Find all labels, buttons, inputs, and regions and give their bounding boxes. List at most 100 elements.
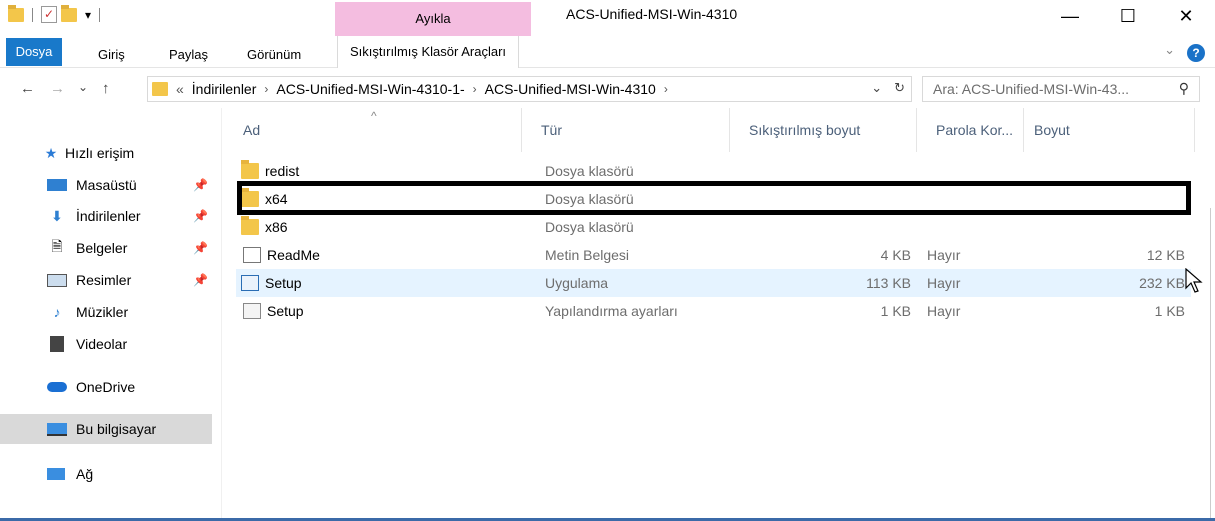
table-row[interactable]: x64 Dosya klasörü	[236, 185, 1191, 213]
sidebar-item-network[interactable]: Ağ	[0, 459, 212, 489]
column-header-label: Ad	[243, 122, 261, 138]
pin-icon[interactable]: 📌	[193, 178, 208, 192]
file-type: Dosya klasörü	[545, 219, 634, 235]
sidebar-item-downloads[interactable]: ⬇ İndirilenler 📌	[0, 201, 212, 231]
sidebar-item-label: Bu bilgisayar	[76, 421, 157, 437]
customize-toolbar-icon[interactable]: ▾	[85, 8, 91, 22]
address-bar[interactable]: « İndirilenler › ACS-Unified-MSI-Win-431…	[147, 76, 912, 102]
sidebar-item-label: Hızlı erişim	[65, 145, 135, 161]
forward-button[interactable]: →	[50, 80, 65, 97]
text-document-icon	[243, 247, 261, 263]
breadcrumb-overflow[interactable]: «	[176, 81, 184, 97]
maximize-button[interactable]: ☐	[1099, 0, 1157, 32]
tab-compressed-folder-tools[interactable]: Sıkıştırılmış Klasör Araçları	[337, 36, 520, 68]
download-icon: ⬇	[51, 207, 63, 224]
column-header-password[interactable]: Parola Kor...	[918, 108, 1024, 152]
sidebar-item-this-pc[interactable]: Bu bilgisayar	[0, 414, 212, 444]
file-type: Yapılandırma ayarları	[545, 303, 678, 319]
file-name: ReadMe	[267, 247, 320, 263]
refresh-icon[interactable]: ↻	[894, 80, 905, 96]
tab-share[interactable]: Paylaş	[161, 42, 216, 68]
sidebar-item-label: İndirilenler	[76, 208, 141, 224]
application-icon	[241, 275, 259, 291]
table-row[interactable]: Setup Uygulama 113 KB Hayır 232 KB	[236, 269, 1191, 297]
navigation-bar: ← → ⌄ ↑ « İndirilenler › ACS-Unified-MSI…	[0, 70, 1215, 108]
ribbon-tabs: Dosya Giriş Paylaş Görünüm Sıkıştırılmış…	[0, 36, 1215, 68]
column-header-type[interactable]: Tür	[523, 108, 730, 152]
chevron-right-icon[interactable]: ›	[473, 82, 477, 96]
pin-icon[interactable]: 📌	[193, 209, 208, 223]
file-name: Setup	[265, 275, 302, 291]
cloud-icon	[47, 382, 67, 392]
compressed-size: 4 KB	[880, 247, 911, 263]
recent-locations-button[interactable]: ⌄	[78, 80, 88, 94]
close-button[interactable]: ✕	[1157, 0, 1215, 32]
address-actions: ⌄ ↻	[871, 80, 905, 96]
chevron-right-icon[interactable]: ›	[264, 82, 268, 96]
file-size: 1 KB	[1154, 303, 1185, 319]
file-type: Uygulama	[545, 275, 609, 291]
pin-icon[interactable]: 📌	[193, 273, 208, 287]
toolbar-divider	[32, 7, 33, 22]
sidebar-item-desktop[interactable]: Masaüstü 📌	[0, 170, 212, 200]
file-name-cell: ReadMe	[241, 241, 320, 269]
column-header-compressed-size[interactable]: Sıkıştırılmış boyut	[731, 108, 917, 152]
properties-icon[interactable]: ✓	[41, 6, 57, 23]
expand-ribbon-icon[interactable]: ⌄	[1164, 42, 1175, 58]
table-row[interactable]: redist Dosya klasörü	[236, 157, 1191, 185]
compressed-size	[761, 213, 911, 241]
sidebar-item-documents[interactable]: 🗎 Belgeler 📌	[0, 233, 212, 263]
search-input[interactable]: Ara: ACS-Unified-MSI-Win-43... ⚲	[922, 76, 1200, 102]
column-header-size[interactable]: Boyut	[1025, 108, 1195, 152]
computer-icon	[47, 422, 67, 436]
breadcrumb-item[interactable]: İndirilenler	[192, 81, 257, 97]
window-edge	[1210, 208, 1215, 518]
table-row[interactable]: Setup Yapılandırma ayarları 1 KB Hayır 1…	[236, 297, 1191, 325]
tab-view[interactable]: Görünüm	[239, 42, 309, 68]
sidebar-item-music[interactable]: ♪ Müzikler	[0, 297, 212, 327]
desktop-icon	[47, 179, 67, 191]
back-button[interactable]: ←	[20, 80, 35, 97]
up-button[interactable]: ↑	[102, 80, 110, 97]
address-dropdown-icon[interactable]: ⌄	[871, 80, 882, 96]
table-row[interactable]: x86 Dosya klasörü	[236, 213, 1191, 241]
file-name: x86	[265, 219, 288, 235]
sidebar-item-pictures[interactable]: Resimler 📌	[0, 265, 212, 295]
sort-ascending-icon: ^	[371, 109, 377, 123]
sidebar-item-label: Masaüstü	[76, 177, 137, 193]
quick-access-toolbar: ✓ ▾	[8, 4, 104, 23]
file-name: Setup	[267, 303, 304, 319]
new-folder-icon[interactable]	[61, 4, 77, 22]
window-controls: — ☐ ✕	[1041, 0, 1215, 32]
compressed-size: 113 KB	[866, 275, 911, 291]
toolbar-divider	[99, 7, 101, 22]
file-list: Ad ^ Tür Sıkıştırılmış boyut Parola Kor.…	[223, 108, 1215, 518]
sidebar-item-quick-access[interactable]: ★ Hızlı erişim	[0, 138, 212, 168]
pictures-icon	[47, 273, 67, 287]
file-name-cell: x64	[241, 185, 288, 213]
star-icon: ★	[44, 144, 58, 161]
file-explorer-window: ✓ ▾ Ayıkla ACS-Unified-MSI-Win-4310 — ☐ …	[0, 0, 1215, 521]
settings-file-icon	[243, 303, 261, 319]
sidebar-item-label: Müzikler	[76, 304, 129, 320]
tab-file[interactable]: Dosya	[6, 38, 62, 66]
sidebar-item-videos[interactable]: Videolar	[0, 329, 212, 359]
pin-icon[interactable]: 📌	[193, 241, 208, 255]
help-icon[interactable]: ?	[1187, 44, 1205, 62]
minimize-button[interactable]: —	[1041, 0, 1099, 32]
tab-home[interactable]: Giriş	[90, 42, 133, 68]
password-protected: Hayır	[927, 303, 961, 319]
sidebar-item-label: Belgeler	[76, 240, 128, 256]
column-header-name[interactable]: Ad ^	[223, 108, 522, 152]
music-icon: ♪	[53, 304, 61, 320]
title-bar: ✓ ▾ Ayıkla ACS-Unified-MSI-Win-4310 — ☐ …	[0, 0, 1215, 36]
table-row[interactable]: ReadMe Metin Belgesi 4 KB Hayır 12 KB	[236, 241, 1191, 269]
file-name-cell: x86	[241, 213, 288, 241]
folder-icon	[8, 4, 24, 22]
breadcrumb-item[interactable]: ACS-Unified-MSI-Win-4310	[485, 81, 656, 97]
file-name-cell: Setup	[241, 297, 304, 325]
sidebar-item-onedrive[interactable]: OneDrive	[0, 372, 212, 402]
sidebar-item-label: Videolar	[76, 336, 128, 352]
chevron-right-icon[interactable]: ›	[664, 82, 668, 96]
search-icon: ⚲	[1178, 80, 1189, 96]
